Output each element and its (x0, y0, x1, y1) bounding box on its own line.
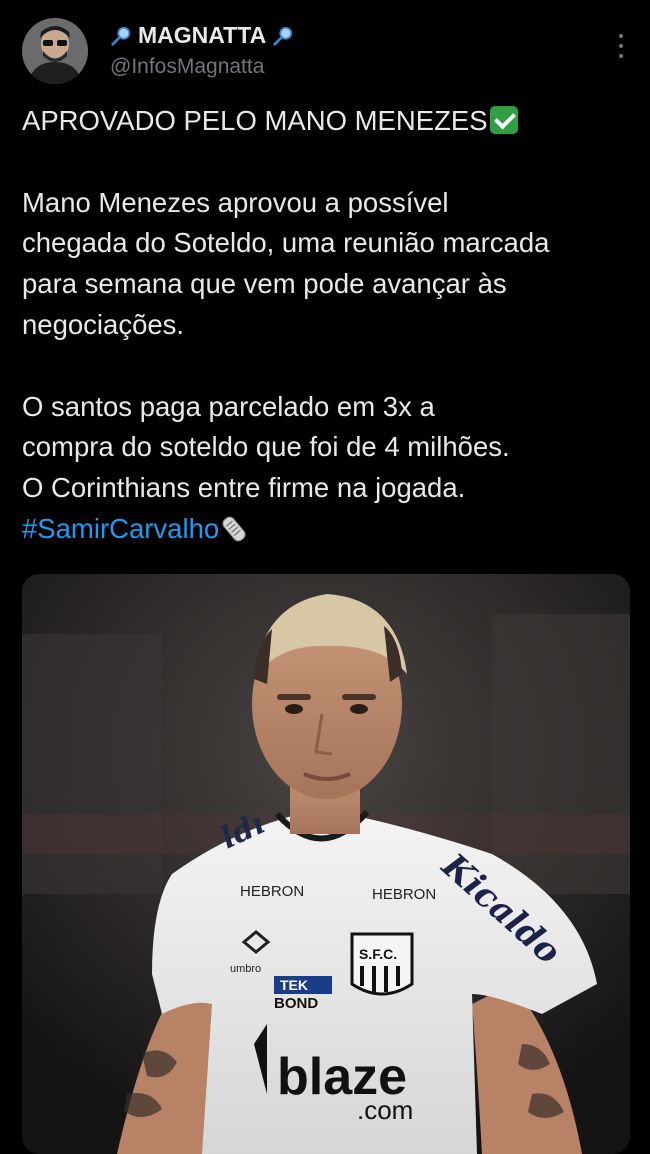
hashtag-link[interactable]: #SamirCarvalho (22, 513, 219, 544)
text-line: compra do soteldo que foi de 4 milhões. (22, 431, 510, 463)
main-sponsor-sub: .com (357, 1095, 413, 1125)
more-options-icon[interactable] (618, 34, 624, 58)
sponsor-hebron-right: HEBRON (372, 886, 436, 903)
text-line: O santos paga parcelado em 3x a (22, 390, 435, 422)
headline: APROVADO PELO MANO MENEZES (22, 105, 488, 136)
check-mark-emoji (489, 106, 518, 134)
magnifier-pin-icon (111, 26, 131, 46)
text-line: negociações. (22, 308, 185, 340)
chest-tek: TEK (280, 977, 308, 993)
tweet-text: APROVADO PELO MANO MENEZES Mano Menezes … (22, 101, 642, 550)
kit-brand: umbro (230, 963, 261, 975)
display-name[interactable]: MAGNATTA (138, 22, 266, 49)
magnifier-pin-icon (273, 26, 293, 46)
rolled-newspaper-emoji (222, 516, 246, 542)
club-crest: S.F.C. (359, 946, 397, 962)
text-line: para semana que vem pode avançar às (22, 268, 507, 300)
avatar[interactable] (22, 18, 88, 84)
tweet-image[interactable]: ldı HEBRON HEBRON Kicaldo umbro TEK BOND… (22, 574, 630, 1154)
text-line: chegada do Soteldo, uma reunião marcada (22, 227, 550, 259)
player-photo: ldı HEBRON HEBRON Kicaldo umbro TEK BOND… (22, 574, 630, 1154)
tweet-header: MAGNATTA @InfosMagnatta (0, 0, 650, 100)
user-handle[interactable]: @InfosMagnatta (110, 55, 294, 79)
text-line: O Corinthians entre firme na jogada. (22, 472, 466, 504)
chest-bond: BOND (274, 995, 318, 1012)
avatar-image (22, 18, 88, 84)
text-line: Mano Menezes aprovou a possível (22, 186, 449, 218)
sponsor-hebron-left: HEBRON (240, 883, 304, 900)
